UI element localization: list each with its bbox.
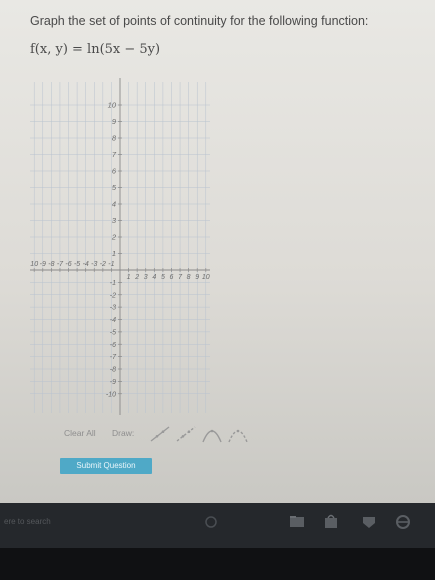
- x-tick-label: -8: [48, 261, 54, 268]
- file-explorer-icon[interactable]: [288, 513, 306, 531]
- x-tick-label: -6: [65, 261, 71, 268]
- y-tick-label: -3: [110, 305, 116, 312]
- x-tick-label: -5: [74, 261, 80, 268]
- taskbar-search-box[interactable]: ere to search: [4, 517, 51, 526]
- x-tick-label: -9: [40, 261, 46, 268]
- x-tick-label: 7: [178, 274, 183, 281]
- store-icon[interactable]: [322, 513, 340, 531]
- y-tick-label: 1: [112, 249, 116, 258]
- y-tick-label: -5: [110, 329, 116, 336]
- question-page: Graph the set of points of continuity fo…: [0, 0, 435, 503]
- x-tick-label: -3: [91, 261, 97, 268]
- axes: [30, 78, 210, 415]
- x-tick-label: 10: [30, 261, 38, 268]
- mail-icon[interactable]: [360, 513, 378, 531]
- task-view-icon[interactable]: [202, 513, 220, 531]
- x-tick-label: -4: [83, 261, 89, 268]
- y-tick-label: 10: [108, 101, 117, 110]
- screen-bezel: [0, 548, 435, 580]
- taskbar: ere to search: [0, 503, 435, 548]
- edge-icon[interactable]: [394, 513, 412, 531]
- y-tick-label: -8: [110, 367, 116, 374]
- x-tick-label: 1: [127, 274, 131, 281]
- y-tick-label: 2: [111, 233, 117, 242]
- x-tick-label: 9: [195, 274, 199, 281]
- y-tick-label: -6: [110, 342, 116, 349]
- x-tick-label: 6: [170, 274, 174, 281]
- x-tick-label: -7: [57, 261, 64, 268]
- dashed-parabola-tool-icon[interactable]: [226, 424, 250, 444]
- y-tick-label: -9: [110, 379, 116, 386]
- line-tool-icon[interactable]: [148, 424, 172, 444]
- coordinate-graph[interactable]: 10 -9 -8 -7 -6 -5 -4 -3 -2 -11 2 3 4 5 6 7 8 9 10 10987654…: [30, 74, 210, 419]
- y-tick-label: 4: [112, 200, 116, 209]
- x-tick-label: -1: [108, 261, 114, 268]
- draw-label: Draw:: [112, 428, 135, 438]
- x-tick-label: 5: [161, 274, 165, 281]
- y-tick-label: -7: [110, 354, 117, 361]
- submit-question-button[interactable]: Submit Question: [60, 458, 152, 474]
- x-tick-label: 4: [152, 274, 156, 281]
- parabola-tool-icon[interactable]: [200, 424, 224, 444]
- function-formula: f(x, y) = ln(5x − 5y): [30, 42, 161, 57]
- x-tick-label: -2: [100, 261, 106, 268]
- graph-toolbar: Clear All Draw:: [64, 424, 284, 444]
- x-tick-label: 3: [144, 274, 148, 281]
- y-tick-label: -1: [110, 280, 116, 287]
- clear-all-button[interactable]: Clear All: [64, 428, 96, 438]
- x-tick-label: 10: [202, 274, 210, 281]
- x-tick-label: 8: [187, 274, 191, 281]
- y-tick-label: -4: [110, 317, 116, 324]
- question-prompt: Graph the set of points of continuity fo…: [30, 14, 369, 28]
- y-tick-label: -2: [110, 292, 116, 299]
- y-tick-label: -10: [106, 391, 116, 398]
- x-tick-label: 2: [134, 274, 139, 281]
- dashed-line-tool-icon[interactable]: [174, 424, 198, 444]
